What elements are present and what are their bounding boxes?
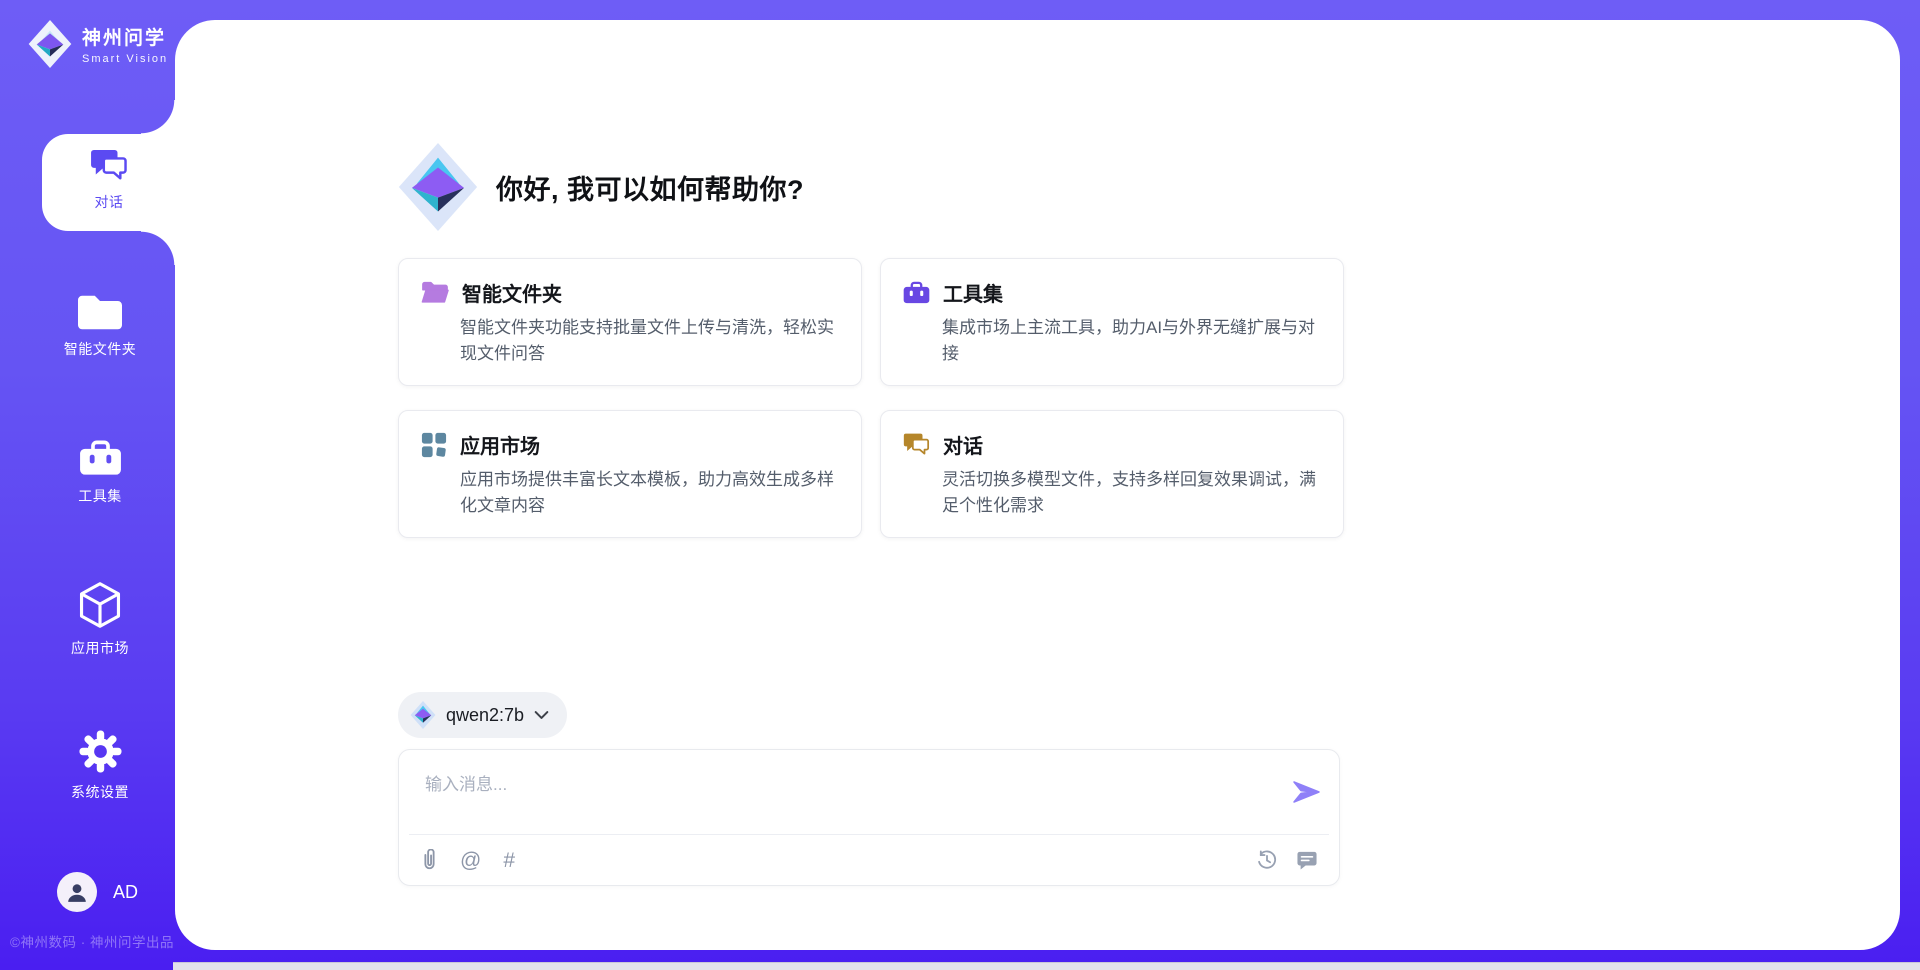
send-button[interactable]: [1289, 776, 1323, 810]
sidebar-item-settings[interactable]: 系统设置: [20, 730, 180, 802]
brand-name: 神州问学: [82, 23, 168, 50]
mention-icon[interactable]: @: [460, 850, 481, 871]
model-name: qwen2:7b: [446, 705, 524, 726]
app-window: 神州问学 Smart Vision 对话 智能文件夹: [0, 0, 1920, 970]
card-title: 智能文件夹: [462, 278, 562, 307]
card-smart-folder[interactable]: 智能文件夹 智能文件夹功能支持批量文件上传与清洗，轻松实现文件问答: [398, 258, 862, 386]
tab-fillet-top: [141, 100, 175, 134]
history-icon[interactable]: [1257, 850, 1277, 870]
send-icon: [1290, 776, 1322, 808]
conversation-icon[interactable]: [1297, 850, 1317, 870]
sidebar-item-smart-folder[interactable]: 智能文件夹: [20, 293, 180, 359]
bottom-edge-strip: [173, 962, 1920, 970]
card-chat[interactable]: 对话 灵活切换多模型文件，支持多样回复效果调试，满足个性化需求: [880, 410, 1344, 538]
app-grid-icon: [421, 432, 447, 458]
model-selector[interactable]: qwen2:7b: [398, 692, 567, 738]
toolbox-icon: [903, 281, 930, 305]
chat-icon: [903, 433, 930, 457]
sidebar-item-label: 应用市场: [71, 638, 129, 658]
sidebar-item-label: 系统设置: [71, 782, 129, 802]
sidebar-item-toolset[interactable]: 工具集: [20, 440, 180, 506]
person-icon: [66, 881, 88, 903]
card-description: 应用市场提供丰富长文本模板，助力高效生成多样化文章内容: [460, 467, 839, 518]
tab-fillet-bottom: [141, 231, 175, 265]
user-profile[interactable]: AD: [57, 872, 138, 912]
card-description: 智能文件夹功能支持批量文件上传与清洗，轻松实现文件问答: [460, 315, 839, 366]
card-toolset[interactable]: 工具集 集成市场上主流工具，助力AI与外界无缝扩展与对接: [880, 258, 1344, 386]
chevron-down-icon: [534, 710, 549, 720]
greeting-title: 你好, 我可以如何帮助你?: [496, 168, 804, 207]
sidebar-item-label: 对话: [95, 192, 124, 212]
avatar: [57, 872, 97, 912]
sidebar-footer: ©神州数码 · 神州问学出品: [10, 931, 200, 951]
sidebar-item-label: 工具集: [78, 486, 122, 506]
card-title: 应用市场: [460, 430, 540, 459]
app-market-icon: [77, 581, 123, 629]
topic-icon[interactable]: #: [503, 850, 515, 871]
folder-icon: [78, 293, 122, 330]
sidebar-item-app-market[interactable]: 应用市场: [20, 581, 180, 658]
card-app-market[interactable]: 应用市场 应用市场提供丰富长文本模板，助力高效生成多样化文章内容: [398, 410, 862, 538]
brand-subtitle: Smart Vision: [82, 53, 168, 65]
sidebar-item-label: 智能文件夹: [64, 339, 137, 359]
greeting-diamond-icon: [396, 143, 480, 231]
attachment-icon[interactable]: [421, 849, 438, 871]
user-name: AD: [113, 882, 138, 903]
feature-cards: 智能文件夹 智能文件夹功能支持批量文件上传与清洗，轻松实现文件问答: [398, 258, 1344, 538]
message-input[interactable]: [423, 768, 1257, 830]
message-composer: @ #: [398, 749, 1340, 886]
sidebar-item-chat[interactable]: 对话: [42, 134, 176, 231]
settings-icon: [79, 730, 122, 773]
folder-open-icon: [421, 280, 449, 305]
composer-toolbar: @ #: [399, 835, 1339, 885]
card-description: 集成市场上主流工具，助力AI与外界无缝扩展与对接: [942, 315, 1321, 366]
card-title: 对话: [943, 430, 983, 459]
greeting: 你好, 我可以如何帮助你?: [396, 143, 804, 231]
brand-diamond-icon: [28, 20, 72, 68]
card-description: 灵活切换多模型文件，支持多样回复效果调试，满足个性化需求: [942, 467, 1321, 518]
chat-icon: [90, 149, 128, 183]
brand-logo: 神州问学 Smart Vision: [28, 20, 168, 68]
model-logo-icon: [410, 701, 436, 729]
toolbox-icon: [79, 440, 122, 477]
card-title: 工具集: [943, 278, 1003, 307]
